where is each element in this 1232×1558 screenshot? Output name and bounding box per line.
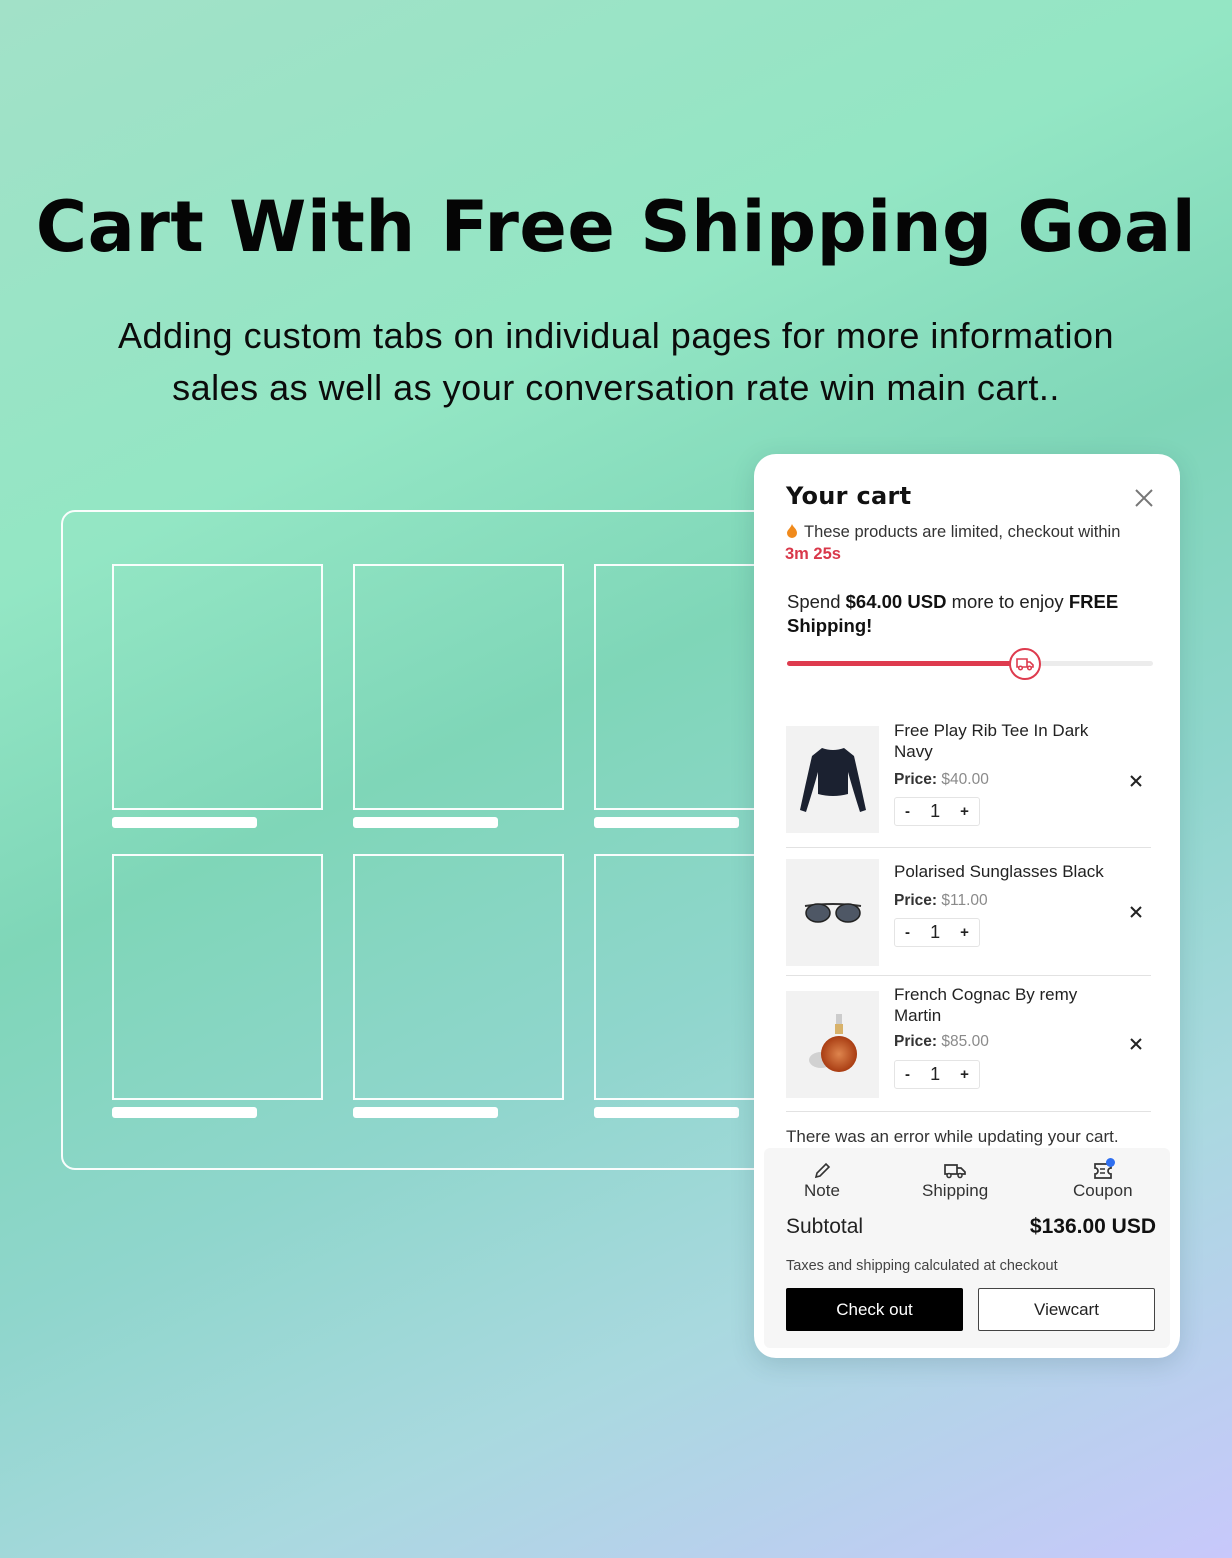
cart-item: Polarised Sunglasses Black Price: $11.00… [786, 859, 1151, 969]
qty-increase-button[interactable]: + [960, 924, 969, 941]
pencil-icon [814, 1162, 831, 1179]
item-name[interactable]: Polarised Sunglasses Black [894, 861, 1114, 882]
countdown-timer: 3m 25s [785, 545, 841, 563]
product-image-crop-top[interactable] [786, 726, 879, 833]
note-label: Note [804, 1181, 840, 1200]
price-label: Price: [894, 771, 938, 788]
placeholder-product-card [112, 564, 323, 810]
item-price: Price: $11.00 [894, 892, 988, 910]
truck-icon [1016, 658, 1034, 671]
urgency-message: These products are limited, checkout wit… [786, 523, 1166, 542]
truck-icon [944, 1164, 966, 1179]
shipping-msg-middle: more to enjoy [951, 591, 1064, 612]
remove-item-icon[interactable] [1128, 1036, 1144, 1052]
price-label: Price: [894, 892, 938, 909]
item-price: Price: $40.00 [894, 771, 989, 789]
coupon-label: Coupon [1073, 1181, 1133, 1200]
cart-item: Free Play Rib Tee In Dark Navy Price: $4… [786, 721, 1151, 835]
checkout-button[interactable]: Check out [786, 1288, 963, 1331]
item-name[interactable]: French Cognac By remy Martin [894, 984, 1114, 1026]
qty-decrease-button[interactable]: - [905, 1066, 910, 1083]
progress-fill [787, 661, 1025, 666]
item-divider [786, 847, 1151, 848]
note-button[interactable]: Note [804, 1162, 840, 1201]
cart-item: French Cognac By remy Martin Price: $85.… [786, 985, 1151, 1100]
price-value: $85.00 [941, 1033, 989, 1050]
hero-title: Cart With Free Shipping Goal [35, 186, 1197, 268]
free-shipping-progress [787, 648, 1153, 680]
shipping-label: Shipping! [787, 615, 873, 636]
item-price: Price: $85.00 [894, 1033, 989, 1051]
placeholder-product-card [112, 854, 323, 1100]
cart-title: Your cart [786, 482, 912, 510]
placeholder-title-bar [594, 817, 739, 828]
qty-decrease-button[interactable]: - [905, 803, 910, 820]
quantity-stepper: - 1 + [894, 797, 980, 826]
item-divider [786, 975, 1151, 976]
coupon-badge-dot [1105, 1158, 1115, 1167]
urgency-text: These products are limited, checkout wit… [804, 523, 1121, 541]
placeholder-product-card [353, 854, 564, 1100]
store-wireframe [61, 510, 805, 1170]
item-name[interactable]: Free Play Rib Tee In Dark Navy [894, 720, 1114, 762]
subtotal-value: $136.00 USD [1029, 1215, 1156, 1238]
shipping-label: Shipping [922, 1181, 989, 1200]
close-icon[interactable] [1132, 486, 1156, 510]
price-value: $40.00 [941, 771, 989, 788]
placeholder-title-bar [594, 1107, 739, 1118]
placeholder-title-bar [112, 817, 257, 828]
qty-input[interactable]: 1 [930, 1064, 940, 1085]
placeholder-title-bar [112, 1107, 257, 1118]
qty-input[interactable]: 1 [930, 801, 940, 822]
hero-subtitle-line-2: sales as well as your conversation rate … [172, 367, 1060, 408]
quantity-stepper: - 1 + [894, 918, 980, 947]
free-label: FREE [1068, 591, 1119, 612]
subtotal-label: Subtotal [786, 1215, 864, 1238]
product-image-cognac[interactable] [786, 991, 879, 1098]
error-message: There was an error while updating your c… [786, 1127, 1119, 1146]
qty-input[interactable]: 1 [930, 922, 940, 943]
qty-increase-button[interactable]: + [960, 1066, 969, 1083]
shipping-msg-prefix: Spend [787, 591, 841, 612]
view-cart-button[interactable]: Viewcart [978, 1288, 1155, 1331]
cart-drawer: Your cart These products are limited, ch… [754, 454, 1180, 1358]
shipping-button[interactable]: Shipping [922, 1162, 988, 1201]
free-shipping-message: Spend $64.00 USD more to enjoy FREE Ship… [787, 590, 1157, 638]
remaining-amount: $64.00 USD [845, 591, 947, 612]
hero-subtitle: Adding custom tabs on individual pages f… [60, 310, 1172, 414]
hero-subtitle-line-1: Adding custom tabs on individual pages f… [117, 315, 1115, 356]
placeholder-title-bar [353, 1107, 498, 1118]
product-image-sunglasses[interactable] [786, 859, 879, 966]
placeholder-title-bar [353, 817, 498, 828]
progress-marker [1008, 648, 1041, 680]
qty-increase-button[interactable]: + [960, 803, 969, 820]
tax-note: Taxes and shipping calculated at checkou… [786, 1258, 1058, 1274]
item-divider [786, 1111, 1151, 1112]
remove-item-icon[interactable] [1128, 773, 1144, 789]
price-value: $11.00 [941, 892, 988, 909]
placeholder-product-card [353, 564, 564, 810]
price-label: Price: [894, 1033, 938, 1050]
coupon-button[interactable]: Coupon [1073, 1158, 1133, 1201]
flame-icon [787, 524, 797, 538]
remove-item-icon[interactable] [1128, 904, 1144, 920]
quantity-stepper: - 1 + [894, 1060, 980, 1089]
cart-footer: Note Shipping Coupon Subtotal $136.00 US… [764, 1148, 1170, 1348]
qty-decrease-button[interactable]: - [905, 924, 910, 941]
